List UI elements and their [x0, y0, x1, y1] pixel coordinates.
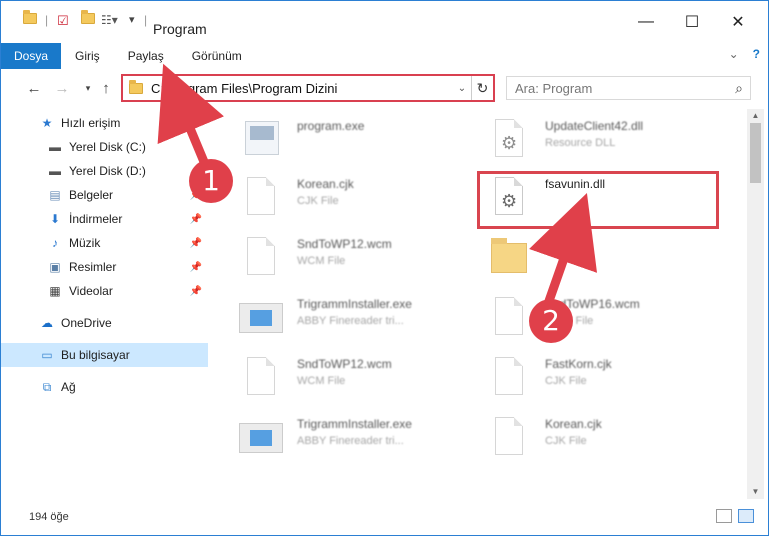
- arrow-to-target-file: [529, 193, 598, 306]
- arrow-to-address-bar: [157, 63, 225, 174]
- step-badge-1: 1: [189, 159, 233, 203]
- step-badge-2: 2: [529, 299, 573, 343]
- annotation-arrows: [157, 63, 598, 306]
- explorer-window: | ☑ ☷▾ ▾ | Program — ☐ ✕ Dosya Giriş Pay…: [0, 0, 769, 536]
